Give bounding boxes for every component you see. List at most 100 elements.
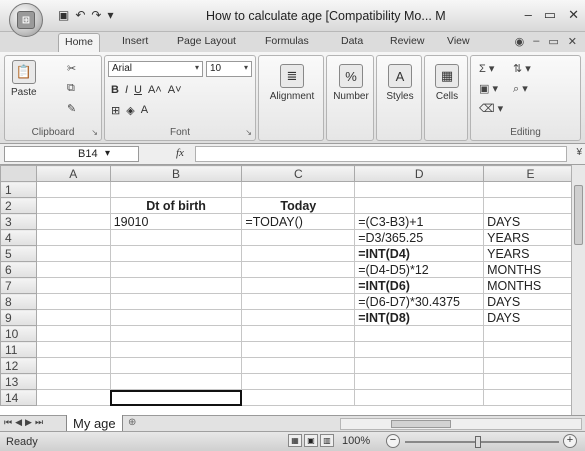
cell-c7[interactable] xyxy=(241,277,356,294)
cell-c6[interactable] xyxy=(241,261,356,278)
cell-a11[interactable] xyxy=(35,341,111,358)
row-header[interactable]: 5 xyxy=(0,245,37,262)
row-header[interactable]: 11 xyxy=(0,341,37,358)
cell-e12[interactable] xyxy=(483,357,578,374)
zoom-slider-knob[interactable] xyxy=(475,436,481,448)
font-size-select[interactable]: 10 ▾ xyxy=(206,61,252,77)
ribbon-minimize-icon[interactable]: – xyxy=(533,35,539,48)
row-header[interactable]: 3 xyxy=(0,213,37,230)
cell-b7[interactable] xyxy=(109,277,243,294)
cell-d12[interactable] xyxy=(354,357,485,374)
cell-e3[interactable]: DAYS xyxy=(483,213,578,230)
cell-d13[interactable] xyxy=(354,373,485,390)
cell-d5[interactable]: =INT(D4) xyxy=(354,245,485,262)
cell-e5[interactable]: YEARS xyxy=(483,245,578,262)
cell-b2[interactable]: Dt of birth xyxy=(109,197,243,214)
formula-input[interactable] xyxy=(195,146,567,162)
cell-d6[interactable]: =(D4-D5)*12 xyxy=(354,261,485,278)
row-header[interactable]: 9 xyxy=(0,309,37,326)
cell-d3[interactable]: =(C3-B3)+1 xyxy=(354,213,485,230)
save-icon[interactable]: ▣ xyxy=(58,8,69,22)
cell-c2[interactable]: Today xyxy=(241,197,356,214)
cell-c14[interactable] xyxy=(241,389,356,406)
bold-icon[interactable]: B xyxy=(111,84,119,96)
row-header[interactable]: 4 xyxy=(0,229,37,246)
cell-a9[interactable] xyxy=(35,309,111,326)
cell-c13[interactable] xyxy=(241,373,356,390)
cell-c10[interactable] xyxy=(241,325,356,342)
ribbon-close-icon[interactable]: ✕ xyxy=(568,35,577,48)
cell-c1[interactable] xyxy=(241,181,356,198)
column-header-c[interactable]: C xyxy=(241,165,356,182)
cell-a14[interactable] xyxy=(35,389,111,406)
cell-d10[interactable] xyxy=(354,325,485,342)
row-header[interactable]: 14 xyxy=(0,389,37,406)
font-name-select[interactable]: Arial ▾ xyxy=(108,61,203,77)
cell-e9[interactable]: DAYS xyxy=(483,309,578,326)
insert-sheet-icon[interactable]: ⊕ xyxy=(128,417,136,428)
customize-qat-icon[interactable]: ▾ xyxy=(107,8,113,22)
cell-a6[interactable] xyxy=(35,261,111,278)
cell-e8[interactable]: DAYS xyxy=(483,293,578,310)
cell-e4[interactable]: YEARS xyxy=(483,229,578,246)
styles-button[interactable]: A Styles xyxy=(380,64,420,102)
sheet-navigation-icons[interactable]: ⏮◀▶⏭ xyxy=(4,417,46,428)
cell-e6[interactable]: MONTHS xyxy=(483,261,578,278)
row-header[interactable]: 12 xyxy=(0,357,37,374)
clipboard-launcher-icon[interactable]: ↘ xyxy=(91,128,98,137)
cell-a8[interactable] xyxy=(35,293,111,310)
maximize-button[interactable]: ▭ xyxy=(544,7,556,23)
zoom-slider[interactable] xyxy=(405,436,559,448)
cells-button[interactable]: ▦ Cells xyxy=(428,64,466,102)
autosum-icon[interactable]: Σ ▾ xyxy=(479,62,494,75)
cell-c3[interactable]: =TODAY() xyxy=(241,213,356,230)
cell-d8[interactable]: =(D6-D7)*30.4375 xyxy=(354,293,485,310)
close-button[interactable]: ✕ xyxy=(568,7,579,23)
cell-b3[interactable]: 19010 xyxy=(109,213,243,230)
tab-insert[interactable]: Insert xyxy=(122,35,148,47)
italic-icon[interactable]: I xyxy=(125,84,128,96)
page-break-view-icon[interactable]: ▥ xyxy=(320,434,334,447)
alignment-button[interactable]: ≣ Alignment xyxy=(263,64,321,102)
zoom-out-button[interactable]: − xyxy=(386,434,400,448)
page-layout-view-icon[interactable]: ▣ xyxy=(304,434,318,447)
paste-button[interactable]: 📋 Paste xyxy=(11,60,37,98)
cell-a10[interactable] xyxy=(35,325,111,342)
cell-b4[interactable] xyxy=(109,229,243,246)
cell-a7[interactable] xyxy=(35,277,111,294)
vertical-scroll-thumb[interactable] xyxy=(574,185,583,245)
alignment-group[interactable]: ≣ Alignment xyxy=(258,55,324,141)
cell-e11[interactable] xyxy=(483,341,578,358)
cell-b8[interactable] xyxy=(109,293,243,310)
font-launcher-icon[interactable]: ↘ xyxy=(245,128,252,137)
expand-formula-bar-icon[interactable]: ¥ xyxy=(576,147,582,158)
cell-a2[interactable] xyxy=(35,197,111,214)
row-header[interactable]: 10 xyxy=(0,325,37,342)
cell-d1[interactable] xyxy=(354,181,485,198)
cell-d4[interactable]: =D3/365.25 xyxy=(354,229,485,246)
cell-a12[interactable] xyxy=(35,357,111,374)
underline-icon[interactable]: U xyxy=(134,84,142,96)
cell-b6[interactable] xyxy=(109,261,243,278)
sheet-tab-my-age[interactable]: My age xyxy=(66,415,123,432)
column-header-a[interactable]: A xyxy=(35,165,111,182)
cell-b12[interactable] xyxy=(109,357,243,374)
cell-a4[interactable] xyxy=(35,229,111,246)
row-header[interactable]: 7 xyxy=(0,277,37,294)
number-group[interactable]: % Number xyxy=(326,55,374,141)
cells-group[interactable]: ▦ Cells xyxy=(424,55,468,141)
find-select-icon[interactable]: ⌕ ▾ xyxy=(513,82,528,96)
undo-icon[interactable]: ↶ xyxy=(75,8,85,22)
cell-d14[interactable] xyxy=(354,389,485,406)
tab-formulas[interactable]: Formulas xyxy=(265,35,309,47)
normal-view-icon[interactable]: ▦ xyxy=(288,434,302,447)
cell-c4[interactable] xyxy=(241,229,356,246)
borders-icon[interactable]: ⊞ xyxy=(111,104,120,117)
grow-font-icon[interactable]: A˄ xyxy=(148,84,162,96)
cell-e7[interactable]: MONTHS xyxy=(483,277,578,294)
font-color-icon[interactable]: A xyxy=(141,104,148,117)
insert-function-icon[interactable]: fx xyxy=(176,147,184,159)
column-header-d[interactable]: D xyxy=(354,165,485,182)
name-box[interactable]: B14 ▾ xyxy=(4,146,139,162)
horizontal-scrollbar[interactable] xyxy=(340,418,582,430)
